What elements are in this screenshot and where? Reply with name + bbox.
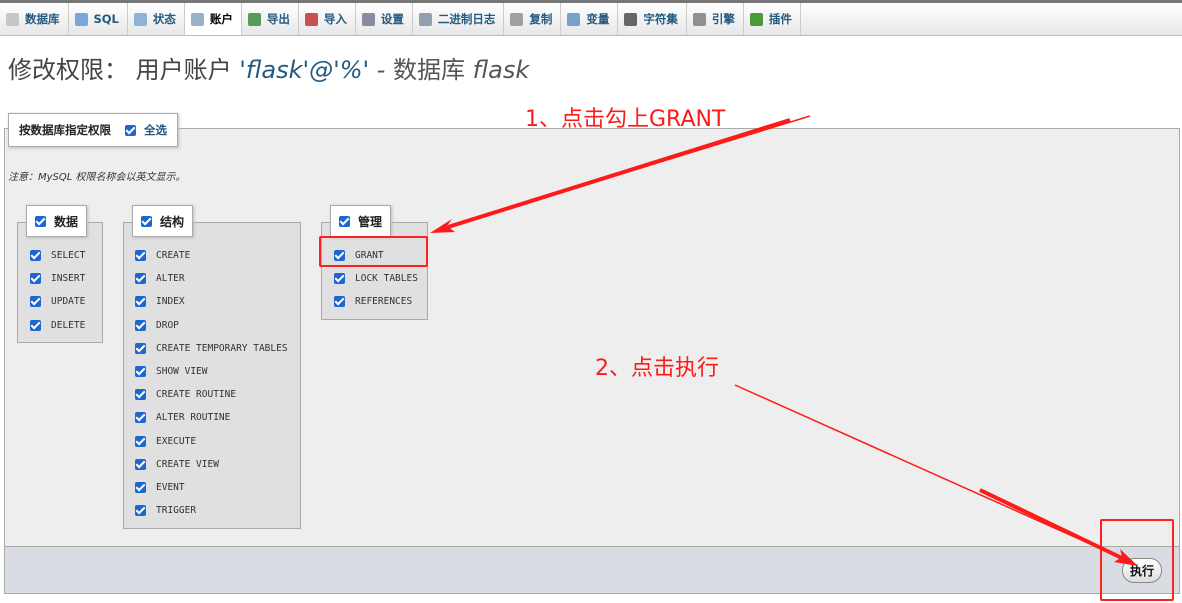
arrow-step1-tail [447,118,791,229]
annotation-arrows [430,115,1138,566]
arrow-step2-tail [979,488,1127,562]
